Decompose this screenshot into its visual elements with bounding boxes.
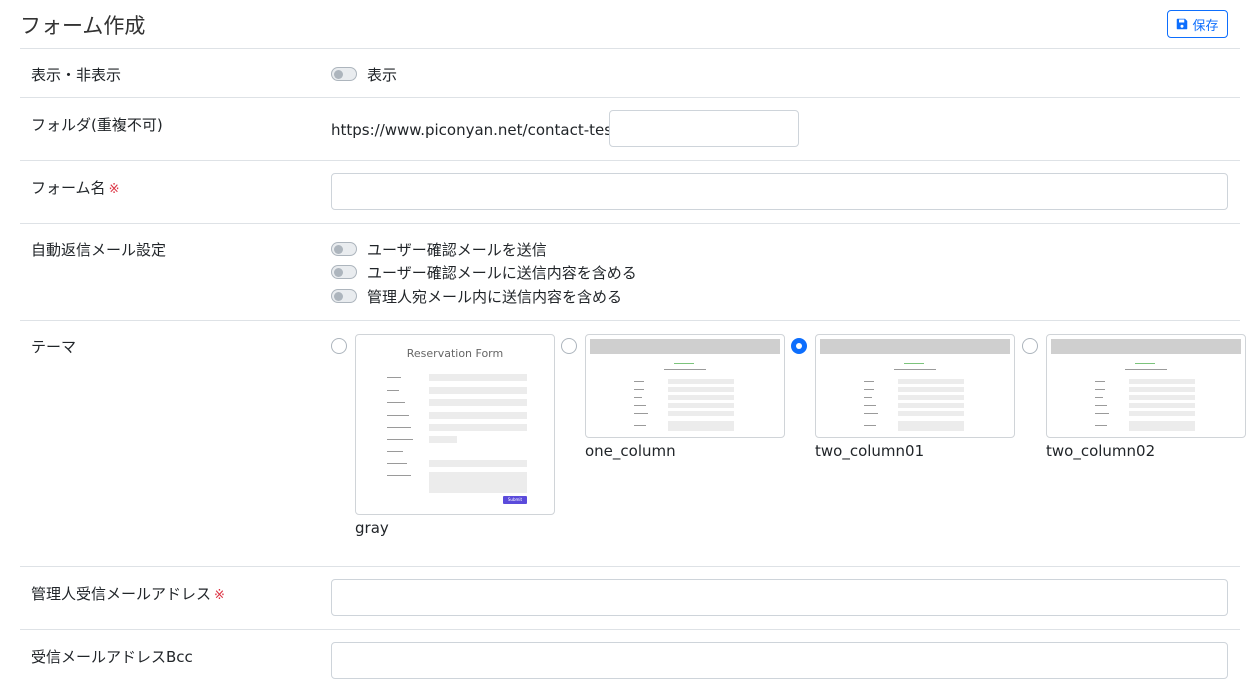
folder-label: フォルダ(重複不可) [31,116,163,134]
page-title: フォーム作成 [20,14,146,38]
theme-name-gray: gray [355,519,389,537]
required-mark: ※ [108,182,120,197]
bcc-input[interactable] [331,642,1228,679]
visibility-toggle[interactable] [331,67,357,81]
bcc-label: 受信メールアドレスBcc [31,648,193,666]
theme-radio-gray[interactable] [331,338,347,354]
thumbnail-submit: Submit [503,496,527,504]
page-header: フォーム作成 保存 [0,0,1256,48]
send-user-confirmation-label: ユーザー確認メールを送信 [367,241,547,259]
theme-name-two-column01: two_column01 [815,442,925,460]
admin-email-input[interactable] [331,579,1228,616]
row-visibility: 表示・非表示 表示 [20,48,1240,98]
admin-email-label: 管理人受信メールアドレス ※ [31,583,225,604]
thumbnail-title: Reservation Form [406,347,504,360]
folder-url-prefix: https://www.piconyan.net/contact-test/ [331,121,624,139]
row-folder: フォルダ(重複不可) https://www.piconyan.net/cont… [20,97,1240,161]
row-theme: テーマ Reservation Form Submit gray one_col… [20,320,1246,567]
theme-name-two-column02: two_column02 [1046,442,1156,460]
visibility-toggle-label: 表示 [367,66,398,84]
form-name-label-text: フォーム名 [31,179,106,197]
admin-email-label-text: 管理人受信メールアドレス [31,585,212,603]
theme-thumbnail-two-column02[interactable] [1046,334,1246,438]
include-content-user-label: ユーザー確認メールに送信内容を含める [367,264,637,282]
include-content-admin-toggle[interactable] [331,289,357,303]
auto-reply-label: 自動返信メール設定 [31,241,167,259]
theme-name-one-column: one_column [585,442,676,460]
theme-radio-two-column02[interactable] [1022,338,1038,354]
theme-radio-two-column01[interactable] [791,338,807,354]
theme-thumbnail-gray[interactable]: Reservation Form Submit [355,334,555,515]
folder-input[interactable] [609,110,799,147]
theme-thumbnail-one-column[interactable] [585,334,785,438]
theme-label: テーマ [31,338,77,356]
theme-thumbnail-two-column01[interactable] [815,334,1015,438]
form-name-label: フォーム名 ※ [31,177,119,198]
include-content-user-toggle[interactable] [331,265,357,279]
row-auto-reply: 自動返信メール設定 ユーザー確認メールを送信 ユーザー確認メールに送信内容を含め… [20,223,1240,321]
include-content-admin-label: 管理人宛メール内に送信内容を含める [367,288,623,306]
save-icon [1177,18,1188,30]
theme-radio-one-column[interactable] [561,338,577,354]
visibility-label: 表示・非表示 [31,66,122,84]
row-bcc: 受信メールアドレスBcc [20,629,1240,683]
save-label: 保存 [1192,17,1219,33]
required-mark: ※ [214,588,225,603]
row-form-name: フォーム名 ※ [20,160,1240,224]
form-name-input[interactable] [331,173,1228,210]
save-button[interactable]: 保存 [1167,10,1228,38]
row-admin-email: 管理人受信メールアドレス ※ [20,566,1240,630]
send-user-confirmation-toggle[interactable] [331,242,357,256]
